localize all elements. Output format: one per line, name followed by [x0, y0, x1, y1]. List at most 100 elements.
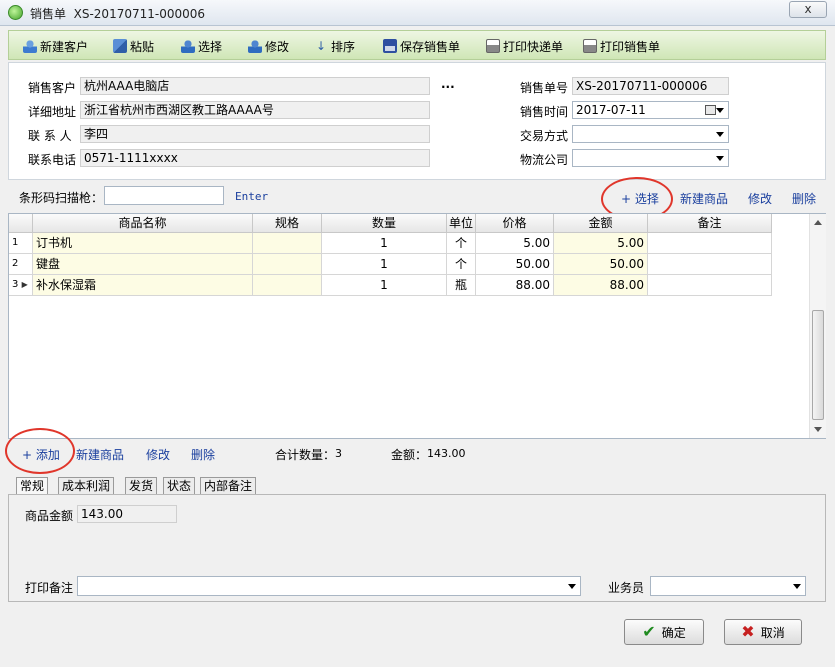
- amount-cell[interactable]: 88.00: [554, 275, 648, 296]
- spec-cell[interactable]: [253, 233, 322, 254]
- annotation-circle: [5, 428, 75, 474]
- paste-label: 粘贴: [130, 39, 155, 54]
- row-number-header: [9, 214, 33, 233]
- column-header[interactable]: 备注: [648, 214, 772, 233]
- note-cell[interactable]: [648, 275, 772, 296]
- amount-cell[interactable]: 50.00: [554, 254, 648, 275]
- price-cell[interactable]: 50.00: [476, 254, 554, 275]
- print-express-label: 打印快递单: [503, 39, 564, 54]
- column-header[interactable]: 数量: [322, 214, 447, 233]
- chevron-down-icon: [716, 156, 724, 161]
- sale-time-picker[interactable]: 2017-07-11: [572, 101, 729, 119]
- product-grid: 商品名称 规格 数量 单位 价格 金额 备注 1 订书机 1 个 5.00 5.…: [8, 213, 826, 439]
- chevron-down-icon: [716, 132, 724, 137]
- window-title: 销售单 XS-20170711-000006: [30, 7, 206, 21]
- tab-cost-profit[interactable]: 成本利润: [58, 477, 115, 495]
- customer-field[interactable]: 杭州AAA电脑店: [80, 77, 430, 95]
- chevron-down-icon[interactable]: [716, 108, 724, 113]
- quantity-cell[interactable]: 1: [322, 233, 447, 254]
- edit-product-link[interactable]: 修改: [748, 190, 772, 207]
- contact-label: 联 系 人: [28, 129, 72, 143]
- edit-label: 修改: [265, 39, 290, 54]
- quantity-cell[interactable]: 1: [322, 254, 447, 275]
- save-order-label: 保存销售单: [400, 39, 461, 54]
- logistics-label: 物流公司: [520, 153, 569, 167]
- enter-hint: Enter: [235, 190, 269, 203]
- phone-label: 联系电话: [28, 153, 77, 167]
- close-button[interactable]: x: [789, 1, 827, 18]
- salesperson-select[interactable]: [650, 576, 806, 596]
- printer-icon: [486, 39, 500, 53]
- delete-row-link[interactable]: 删除: [191, 446, 215, 463]
- print-order-button[interactable]: 打印销售单: [583, 37, 660, 55]
- column-header[interactable]: 商品名称: [33, 214, 253, 233]
- row-number: 3 ▶: [9, 275, 33, 296]
- sort-button[interactable]: ↓ 排序: [314, 37, 355, 55]
- note-cell[interactable]: [648, 233, 772, 254]
- total-quantity-label: 合计数量：: [275, 448, 336, 462]
- print-order-label: 打印销售单: [600, 39, 661, 54]
- save-order-button[interactable]: 保存销售单: [383, 37, 460, 55]
- edit-button[interactable]: 修改: [248, 37, 289, 55]
- column-header[interactable]: 金额: [554, 214, 648, 233]
- unit-cell[interactable]: 瓶: [447, 275, 476, 296]
- address-field[interactable]: 浙江省杭州市西湖区教工路AAAA号: [80, 101, 430, 119]
- spec-cell[interactable]: [253, 275, 322, 296]
- tab-internal-note[interactable]: 内部备注: [200, 477, 257, 495]
- row-number-value: 3: [12, 279, 19, 290]
- scroll-down-icon[interactable]: [814, 427, 822, 432]
- product-name-cell[interactable]: 补水保湿霜: [33, 275, 253, 296]
- paste-button[interactable]: 粘贴: [113, 37, 154, 55]
- scroll-up-icon[interactable]: [814, 220, 822, 225]
- spec-cell[interactable]: [253, 254, 322, 275]
- contact-field[interactable]: 李四: [80, 125, 430, 143]
- delete-product-link[interactable]: 删除: [792, 190, 816, 207]
- vertical-scrollbar[interactable]: [809, 214, 826, 438]
- note-cell[interactable]: [648, 254, 772, 275]
- toolbar: 新建客户 粘贴 选择 修改 ↓ 排序 保存销售单 打印快递单 打印销售单: [8, 30, 826, 60]
- print-note-label: 打印备注: [25, 581, 74, 595]
- select-user-icon: [181, 39, 195, 53]
- print-express-button[interactable]: 打印快递单: [486, 37, 563, 55]
- row-number: 1: [9, 233, 33, 254]
- column-header[interactable]: 价格: [476, 214, 554, 233]
- chevron-down-icon: [568, 584, 576, 589]
- cancel-x-icon: ✖: [741, 622, 755, 641]
- quantity-cell[interactable]: 1: [322, 275, 447, 296]
- order-no-field: XS-20170711-000006: [572, 77, 729, 95]
- price-cell[interactable]: 88.00: [476, 275, 554, 296]
- scroll-thumb[interactable]: [812, 310, 824, 420]
- tab-status[interactable]: 状态: [163, 477, 196, 495]
- product-name-cell[interactable]: 订书机: [33, 233, 253, 254]
- customer-label: 销售客户: [28, 81, 77, 95]
- new-customer-button[interactable]: 新建客户: [23, 37, 88, 55]
- payment-method-select[interactable]: [572, 125, 729, 143]
- sort-label: 排序: [331, 39, 356, 54]
- column-header[interactable]: 单位: [447, 214, 476, 233]
- price-cell[interactable]: 5.00: [476, 233, 554, 254]
- save-icon: [383, 39, 397, 53]
- barcode-input[interactable]: [104, 186, 224, 205]
- select-label: 选择: [198, 39, 223, 54]
- print-note-select[interactable]: [77, 576, 581, 596]
- ok-button[interactable]: ✔ 确定: [624, 619, 704, 645]
- more-button[interactable]: ...: [441, 77, 455, 91]
- new-product-link[interactable]: 新建商品: [76, 446, 124, 463]
- tab-shipping[interactable]: 发货: [125, 477, 158, 495]
- amount-cell[interactable]: 5.00: [554, 233, 648, 254]
- logistics-select[interactable]: [572, 149, 729, 167]
- edit-row-link[interactable]: 修改: [146, 446, 170, 463]
- cancel-label: 取消: [760, 625, 785, 640]
- unit-cell[interactable]: 个: [447, 254, 476, 275]
- paste-icon: [113, 39, 127, 53]
- cancel-button[interactable]: ✖ 取消: [724, 619, 802, 645]
- new-product-link[interactable]: 新建商品: [680, 190, 728, 207]
- select-button[interactable]: 选择: [181, 37, 222, 55]
- column-header[interactable]: 规格: [253, 214, 322, 233]
- product-name-cell[interactable]: 键盘: [33, 254, 253, 275]
- calendar-icon[interactable]: [705, 105, 716, 115]
- phone-field[interactable]: 0571-1111xxxx: [80, 149, 430, 167]
- unit-cell[interactable]: 个: [447, 233, 476, 254]
- edit-user-icon: [248, 39, 262, 53]
- total-quantity-value: 3: [335, 447, 342, 460]
